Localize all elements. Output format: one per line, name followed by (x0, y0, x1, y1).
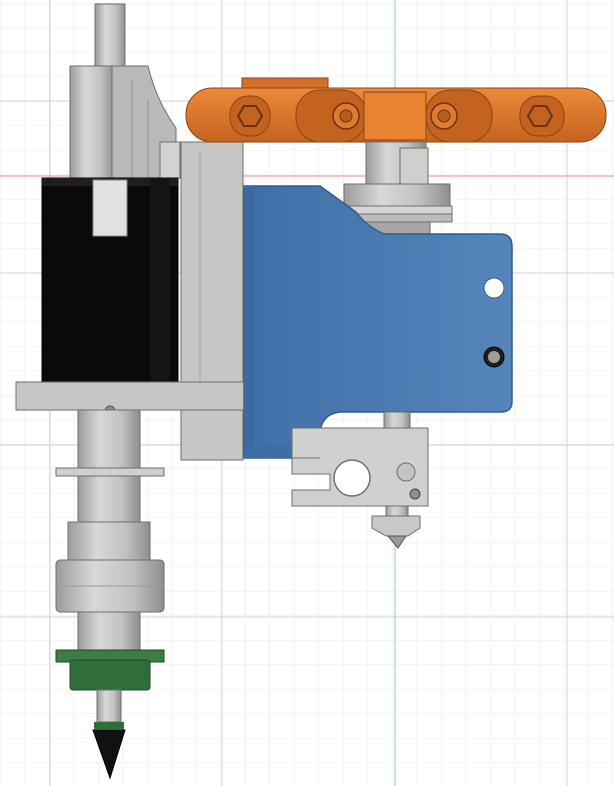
housing-hole-upper (483, 277, 505, 299)
top-rod[interactable] (94, 3, 126, 71)
mounting-plate[interactable] (180, 141, 244, 461)
cad-canvas (0, 0, 614, 786)
stepper-motor[interactable] (41, 177, 179, 385)
cad-viewport[interactable] (0, 0, 614, 786)
cable-chain[interactable] (185, 77, 607, 143)
green-seal[interactable] (55, 649, 165, 691)
